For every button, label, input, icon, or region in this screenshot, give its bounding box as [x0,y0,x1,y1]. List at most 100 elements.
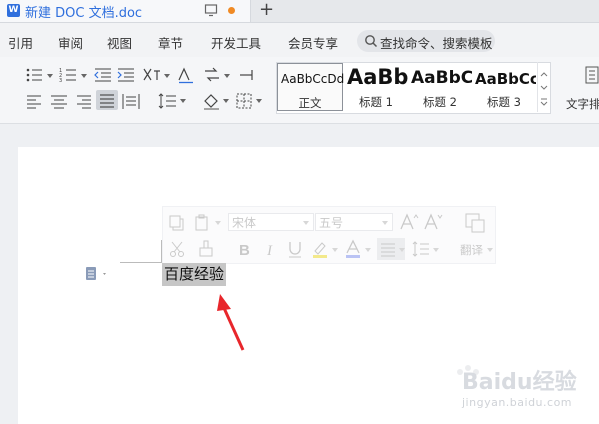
menu-view[interactable]: 视图 [107,33,132,52]
font-size-value: 五号 [319,216,344,230]
align-right-button[interactable] [72,91,94,111]
style-heading-1-name: 标题 1 [359,95,393,109]
distributed-align-button[interactable] [120,91,142,111]
document-tab[interactable]: W 新建 DOC 文档.doc [0,0,251,22]
font-name-value: 宋体 [232,216,257,230]
chinese-layout-icon [143,68,160,81]
align-left-button[interactable] [24,91,46,111]
menu-developer-tools[interactable]: 开发工具 [211,33,261,52]
menu-review[interactable]: 审阅 [58,33,83,52]
style-heading-3[interactable]: AaBbCc 标题 3 [472,63,536,111]
text-layout-label: 文字排 [566,97,599,111]
numbered-list-dropdown-icon[interactable] [81,74,87,78]
menu-chapter[interactable]: 章节 [158,33,183,52]
increase-indent-button[interactable] [115,65,137,85]
screen-mode-icon[interactable] [204,3,218,17]
font-color-dropdown-icon[interactable] [365,248,371,252]
font-color-icon[interactable] [343,239,363,259]
highlight-dropdown-icon[interactable] [332,248,338,252]
tab-stops-button[interactable] [236,65,258,85]
line-spacing-dropdown-icon[interactable] [180,99,186,103]
show-hide-marks-button[interactable] [175,65,197,85]
menu-references[interactable]: 引用 [8,33,33,52]
translate-icon[interactable] [463,211,487,235]
justify-icon [100,94,114,108]
font-name-select[interactable]: 宋体 [228,213,314,231]
italic-icon[interactable]: I [261,239,281,259]
numbered-list-button[interactable]: 123 [58,65,80,85]
command-search[interactable]: 查找命令、搜索模板 [357,30,495,52]
borders-icon [236,93,252,109]
line-spacing-mini-dropdown-icon[interactable] [433,248,439,252]
style-normal[interactable]: AaBbCcDd 正文 [277,63,344,111]
copy-icon[interactable] [167,213,187,233]
shading-button[interactable] [201,91,223,111]
align-menu-dropdown-icon [399,248,405,252]
font-size-select[interactable]: 五号 [315,213,393,231]
sort-button[interactable] [201,65,223,85]
style-heading-1[interactable]: AaBb 标题 1 [344,63,408,111]
paste-icon[interactable] [192,213,212,233]
search-icon [365,35,378,48]
align-right-icon [77,95,91,109]
line-spacing-button[interactable] [157,91,179,111]
shading-dropdown-icon[interactable] [223,99,229,103]
font-size-dropdown-icon [382,221,388,225]
justify-button[interactable] [96,90,118,110]
new-tab-button[interactable]: + [259,0,274,20]
align-center-button[interactable] [48,91,70,111]
paragraph-layout-icon[interactable] [85,266,111,282]
format-painter-icon[interactable] [196,239,216,259]
chinese-layout-button[interactable] [141,65,163,85]
highlight-icon[interactable] [310,239,330,259]
tab-stops-icon [240,70,253,80]
chevron-down-icon[interactable] [538,80,550,96]
menu-bar: 引用 审阅 视图 章节 开发工具 会员专享 [0,23,599,57]
writer-app-icon: W [7,4,20,17]
bold-icon[interactable]: B [235,239,255,259]
shrink-font-icon[interactable] [423,212,443,232]
translate-dropdown-icon[interactable] [487,248,493,252]
bullet-list-button[interactable] [24,65,46,85]
style-gallery: AaBbCcDd 正文 AaBb 标题 1 AaBbC 标题 2 AaBbCc … [276,62,551,114]
underline-icon[interactable] [285,239,305,259]
style-heading-3-name: 标题 3 [487,95,521,109]
grow-font-icon[interactable] [399,212,419,232]
numbered-list-icon: 123 [59,68,76,84]
paste-dropdown-icon[interactable] [215,221,221,225]
paint-bucket-icon [204,94,219,110]
font-name-dropdown-icon [303,221,309,225]
style-heading-2-preview: AaBbC [411,68,472,88]
cut-icon[interactable] [167,239,187,259]
svg-text:B: B [239,242,250,259]
bullet-list-dropdown-icon[interactable] [47,74,53,78]
increase-indent-icon [117,68,134,82]
text-layout-icon [585,66,599,84]
document-tab-title: 新建 DOC 文档.doc [25,6,143,21]
watermark-url: jingyan.baidu.com [462,396,573,409]
text-layout-button[interactable]: 文字排 [565,60,599,114]
style-heading-1-preview: AaBb [347,65,408,89]
selected-text[interactable]: 百度经验 [162,263,227,286]
align-menu-button[interactable] [377,238,405,260]
expand-gallery-icon[interactable] [538,95,550,109]
sort-dropdown-icon[interactable] [224,74,230,78]
style-heading-3-preview: AaBbCc [475,70,536,88]
watermark-brand: Baidu经验 [462,370,577,395]
line-spacing-mini-icon[interactable] [411,239,431,259]
style-gallery-scroll[interactable] [537,62,550,112]
borders-dropdown-icon[interactable] [256,99,262,103]
bullet-list-icon [26,68,42,82]
align-left-icon [27,95,41,109]
menu-member[interactable]: 会员专享 [288,33,338,52]
svg-text:I: I [266,243,273,259]
paragraph-mark-icon [178,67,193,84]
translate-label: 翻译 [460,243,483,257]
style-heading-2[interactable]: AaBbC 标题 2 [408,63,472,111]
page-margin-mark [120,262,162,263]
decrease-indent-button[interactable] [92,65,114,85]
distributed-align-icon [122,94,140,109]
borders-button[interactable] [233,91,255,111]
align-center-icon [51,95,67,109]
chinese-layout-dropdown-icon[interactable] [164,74,170,78]
